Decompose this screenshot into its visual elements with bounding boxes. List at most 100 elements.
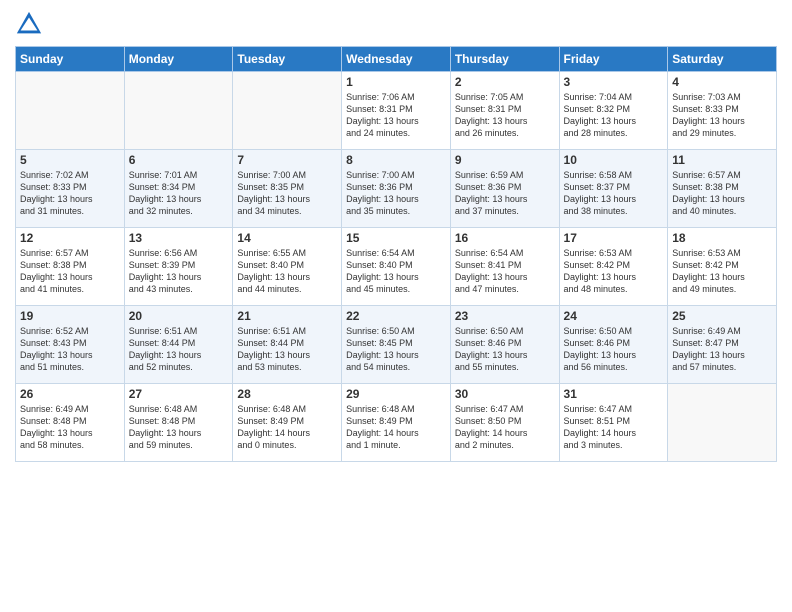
day-cell: 20Sunrise: 6:51 AM Sunset: 8:44 PM Dayli…	[124, 306, 233, 384]
day-info: Sunrise: 7:05 AM Sunset: 8:31 PM Dayligh…	[455, 91, 555, 140]
day-number: 9	[455, 153, 555, 167]
day-cell: 15 Sunrise: 6:54 AM Sunset: 8:40 PM Dayli…	[342, 228, 451, 306]
week-row-5: 26 Sunrise: 6:49 AM Sunset: 8:48 PM Dayli…	[16, 384, 777, 462]
day-cell: 28 Sunrise: 6:48 AM Sunset: 8:49 PM Dayli…	[233, 384, 342, 462]
day-info: Sunrise: 6:50 AM Sunset: 8:46 PM Dayligh…	[455, 325, 555, 374]
col-header-friday: Friday	[559, 47, 668, 72]
day-cell: 19 Sunrise: 6:52 AM Sunset: 8:43 PM Dayli…	[16, 306, 125, 384]
day-number: 15	[346, 231, 446, 245]
day-info: Sunrise: 6:50 AM Sunset: 8:45 PM Dayligh…	[346, 325, 446, 374]
day-cell	[124, 72, 233, 150]
day-info: Sunrise: 7:06 AM Sunset: 8:31 PM Dayligh…	[346, 91, 446, 140]
day-number: 4	[672, 75, 772, 89]
day-cell: 22Sunrise: 6:50 AM Sunset: 8:45 PM Dayli…	[342, 306, 451, 384]
day-info: Sunrise: 6:47 AM Sunset: 8:50 PM Dayligh…	[455, 403, 555, 452]
col-header-monday: Monday	[124, 47, 233, 72]
day-info: Sunrise: 7:01 AM Sunset: 8:34 PM Dayligh…	[129, 169, 229, 218]
day-number: 24	[564, 309, 664, 323]
day-cell: 27Sunrise: 6:48 AM Sunset: 8:48 PM Dayli…	[124, 384, 233, 462]
day-cell: 8Sunrise: 7:00 AM Sunset: 8:36 PM Daylig…	[342, 150, 451, 228]
day-number: 5	[20, 153, 120, 167]
day-info: Sunrise: 7:04 AM Sunset: 8:32 PM Dayligh…	[564, 91, 664, 140]
day-number: 21	[237, 309, 337, 323]
day-cell: 6 Sunrise: 7:01 AM Sunset: 8:34 PM Daylig…	[124, 150, 233, 228]
day-cell: 12 Sunrise: 6:57 AM Sunset: 8:38 PM Dayli…	[16, 228, 125, 306]
day-number: 23	[455, 309, 555, 323]
day-cell	[16, 72, 125, 150]
week-row-2: 5Sunrise: 7:02 AM Sunset: 8:33 PM Daylig…	[16, 150, 777, 228]
col-header-saturday: Saturday	[668, 47, 777, 72]
day-info: Sunrise: 6:48 AM Sunset: 8:49 PM Dayligh…	[237, 403, 337, 452]
day-info: Sunrise: 6:53 AM Sunset: 8:42 PM Dayligh…	[564, 247, 664, 296]
day-cell: 29 Sunrise: 6:48 AM Sunset: 8:49 PM Dayli…	[342, 384, 451, 462]
col-header-thursday: Thursday	[450, 47, 559, 72]
day-info: Sunrise: 7:00 AM Sunset: 8:36 PM Dayligh…	[346, 169, 446, 218]
day-info: Sunrise: 6:47 AM Sunset: 8:51 PM Dayligh…	[564, 403, 664, 452]
day-number: 16	[455, 231, 555, 245]
day-cell: 11 Sunrise: 6:57 AM Sunset: 8:38 PM Dayli…	[668, 150, 777, 228]
day-cell: 14Sunrise: 6:55 AM Sunset: 8:40 PM Dayli…	[233, 228, 342, 306]
day-info: Sunrise: 6:49 AM Sunset: 8:47 PM Dayligh…	[672, 325, 772, 374]
logo-icon	[15, 10, 43, 38]
day-cell: 31 Sunrise: 6:47 AM Sunset: 8:51 PM Dayli…	[559, 384, 668, 462]
day-number: 29	[346, 387, 446, 401]
col-header-wednesday: Wednesday	[342, 47, 451, 72]
day-number: 3	[564, 75, 664, 89]
day-cell: 9 Sunrise: 6:59 AM Sunset: 8:36 PM Daylig…	[450, 150, 559, 228]
day-number: 17	[564, 231, 664, 245]
day-cell: 5Sunrise: 7:02 AM Sunset: 8:33 PM Daylig…	[16, 150, 125, 228]
day-number: 31	[564, 387, 664, 401]
day-info: Sunrise: 6:54 AM Sunset: 8:40 PM Dayligh…	[346, 247, 446, 296]
day-cell: 16 Sunrise: 6:54 AM Sunset: 8:41 PM Dayli…	[450, 228, 559, 306]
day-cell: 10 Sunrise: 6:58 AM Sunset: 8:37 PM Dayli…	[559, 150, 668, 228]
day-number: 27	[129, 387, 229, 401]
day-info: Sunrise: 6:54 AM Sunset: 8:41 PM Dayligh…	[455, 247, 555, 296]
header-row: SundayMondayTuesdayWednesdayThursdayFrid…	[16, 47, 777, 72]
header	[15, 10, 777, 38]
day-cell: 13Sunrise: 6:56 AM Sunset: 8:39 PM Dayli…	[124, 228, 233, 306]
day-info: Sunrise: 6:50 AM Sunset: 8:46 PM Dayligh…	[564, 325, 664, 374]
day-info: Sunrise: 6:52 AM Sunset: 8:43 PM Dayligh…	[20, 325, 120, 374]
day-cell: 7Sunrise: 7:00 AM Sunset: 8:35 PM Daylig…	[233, 150, 342, 228]
day-info: Sunrise: 6:51 AM Sunset: 8:44 PM Dayligh…	[129, 325, 229, 374]
day-info: Sunrise: 6:57 AM Sunset: 8:38 PM Dayligh…	[672, 169, 772, 218]
day-number: 18	[672, 231, 772, 245]
day-cell: 23 Sunrise: 6:50 AM Sunset: 8:46 PM Dayli…	[450, 306, 559, 384]
day-cell: 30Sunrise: 6:47 AM Sunset: 8:50 PM Dayli…	[450, 384, 559, 462]
day-number: 19	[20, 309, 120, 323]
day-number: 11	[672, 153, 772, 167]
day-number: 6	[129, 153, 229, 167]
week-row-4: 19 Sunrise: 6:52 AM Sunset: 8:43 PM Dayli…	[16, 306, 777, 384]
day-cell: 17 Sunrise: 6:53 AM Sunset: 8:42 PM Dayli…	[559, 228, 668, 306]
day-number: 7	[237, 153, 337, 167]
day-info: Sunrise: 6:49 AM Sunset: 8:48 PM Dayligh…	[20, 403, 120, 452]
day-cell: 18 Sunrise: 6:53 AM Sunset: 8:42 PM Dayli…	[668, 228, 777, 306]
day-cell: 26 Sunrise: 6:49 AM Sunset: 8:48 PM Dayli…	[16, 384, 125, 462]
day-cell	[668, 384, 777, 462]
col-header-sunday: Sunday	[16, 47, 125, 72]
day-cell: 2Sunrise: 7:05 AM Sunset: 8:31 PM Daylig…	[450, 72, 559, 150]
day-number: 14	[237, 231, 337, 245]
day-cell: 1 Sunrise: 7:06 AM Sunset: 8:31 PM Daylig…	[342, 72, 451, 150]
day-info: Sunrise: 6:56 AM Sunset: 8:39 PM Dayligh…	[129, 247, 229, 296]
day-info: Sunrise: 6:53 AM Sunset: 8:42 PM Dayligh…	[672, 247, 772, 296]
day-number: 28	[237, 387, 337, 401]
day-info: Sunrise: 6:59 AM Sunset: 8:36 PM Dayligh…	[455, 169, 555, 218]
day-info: Sunrise: 6:58 AM Sunset: 8:37 PM Dayligh…	[564, 169, 664, 218]
day-cell	[233, 72, 342, 150]
day-cell: 3 Sunrise: 7:04 AM Sunset: 8:32 PM Daylig…	[559, 72, 668, 150]
day-number: 26	[20, 387, 120, 401]
day-cell: 24 Sunrise: 6:50 AM Sunset: 8:46 PM Dayli…	[559, 306, 668, 384]
day-info: Sunrise: 6:57 AM Sunset: 8:38 PM Dayligh…	[20, 247, 120, 296]
calendar-table: SundayMondayTuesdayWednesdayThursdayFrid…	[15, 46, 777, 462]
day-number: 12	[20, 231, 120, 245]
day-info: Sunrise: 7:03 AM Sunset: 8:33 PM Dayligh…	[672, 91, 772, 140]
day-info: Sunrise: 6:51 AM Sunset: 8:44 PM Dayligh…	[237, 325, 337, 374]
day-info: Sunrise: 6:48 AM Sunset: 8:49 PM Dayligh…	[346, 403, 446, 452]
day-cell: 21 Sunrise: 6:51 AM Sunset: 8:44 PM Dayli…	[233, 306, 342, 384]
day-number: 10	[564, 153, 664, 167]
page: SundayMondayTuesdayWednesdayThursdayFrid…	[0, 0, 792, 612]
day-number: 1	[346, 75, 446, 89]
col-header-tuesday: Tuesday	[233, 47, 342, 72]
week-row-3: 12 Sunrise: 6:57 AM Sunset: 8:38 PM Dayli…	[16, 228, 777, 306]
